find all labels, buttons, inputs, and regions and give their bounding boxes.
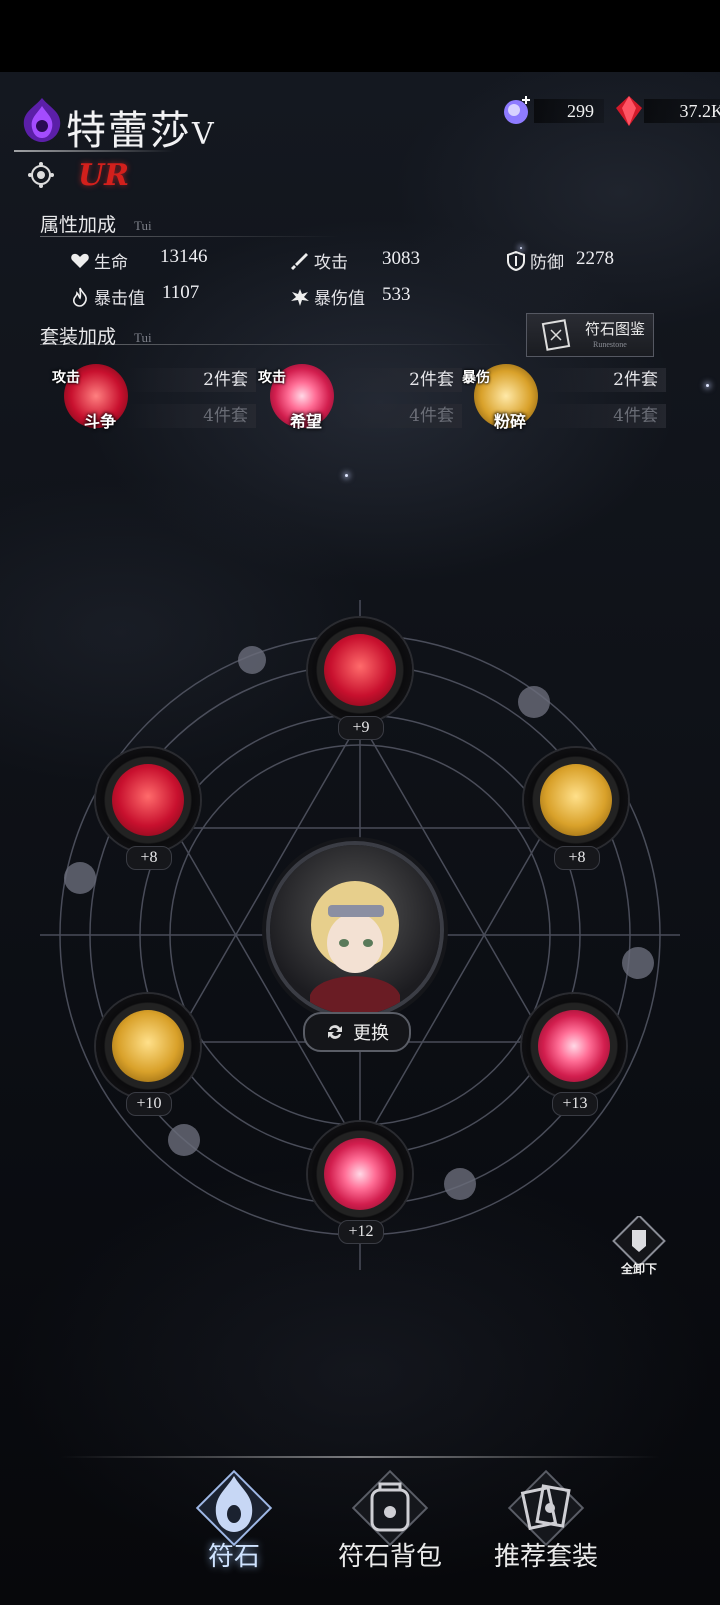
- rune-slot-4[interactable]: +10: [96, 994, 200, 1116]
- swap-button[interactable]: 更换: [303, 1012, 411, 1052]
- tab-recommended-sets[interactable]: 推荐套装: [476, 1460, 616, 1580]
- rune-slot-1[interactable]: +9: [308, 618, 412, 740]
- rune-level: +12: [338, 1220, 384, 1244]
- nav-divider: [60, 1456, 660, 1458]
- tab-runes[interactable]: 符石: [164, 1460, 304, 1580]
- rune-level: +8: [554, 846, 600, 870]
- tab-rune-bag[interactable]: 符石背包: [320, 1460, 460, 1580]
- tree-icon: [324, 634, 396, 706]
- rune-slot-2[interactable]: +8: [96, 748, 200, 870]
- hero-avatar: [310, 881, 400, 1015]
- swap-icon: [328, 1025, 342, 1039]
- fist-icon: [540, 764, 612, 836]
- swirl-icon: [538, 1010, 610, 1082]
- rune-slot-3[interactable]: +8: [524, 748, 628, 870]
- tree-icon: [112, 764, 184, 836]
- rune-slot-5[interactable]: +13: [522, 994, 626, 1116]
- rune-level: +10: [126, 1092, 172, 1116]
- rune-level: +13: [552, 1092, 598, 1116]
- fist-icon: [112, 1010, 184, 1082]
- rune-level: +8: [126, 846, 172, 870]
- hero-portrait[interactable]: [270, 845, 440, 1015]
- rune-level: +9: [338, 716, 384, 740]
- swirl-icon: [324, 1138, 396, 1210]
- rune-slot-6[interactable]: +12: [308, 1122, 412, 1244]
- unequip-all-button[interactable]: 全卸下: [604, 1214, 674, 1286]
